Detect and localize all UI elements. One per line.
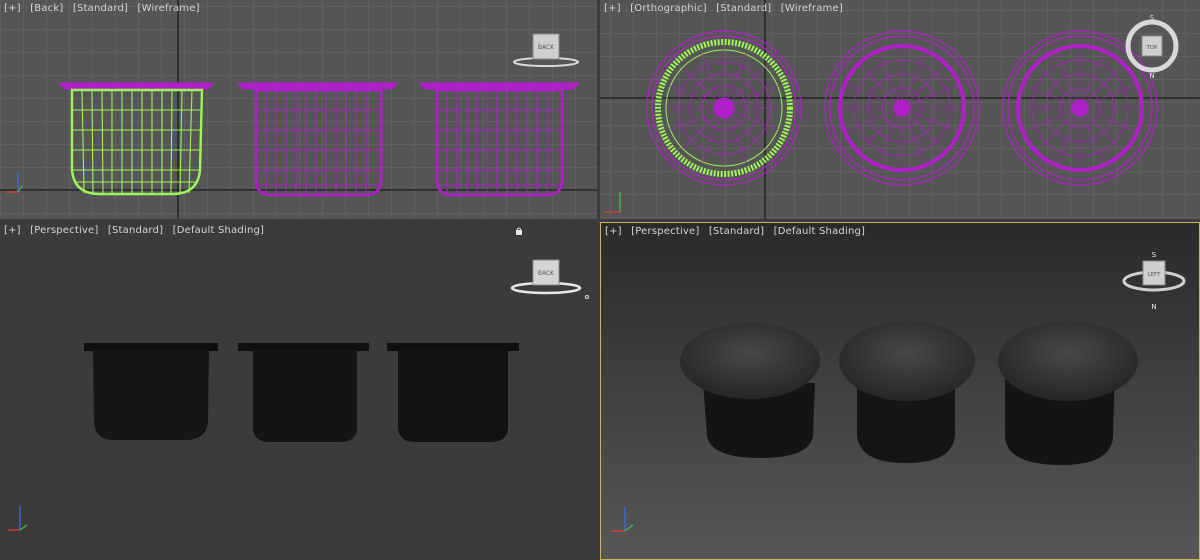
viewport-renderer-label[interactable]: [Standard] [73, 3, 128, 14]
viewcube-face-label: TOP [1145, 45, 1158, 51]
axis-tripod-icon [611, 507, 634, 532]
viewcube-icon[interactable]: LEFT S N [1122, 251, 1186, 311]
viewport-orthographic-wireframe[interactable]: [+] [Orthographic] [Standard] [Wireframe… [600, 0, 1200, 219]
lock-icon[interactable] [516, 227, 522, 235]
viewcube-face-label: LEFT [1148, 272, 1162, 278]
viewport-menu-plus[interactable]: [+] [604, 3, 621, 14]
table-1-shaded [84, 343, 218, 440]
axis-tripod-icon [8, 506, 28, 531]
table-3-shaded [387, 343, 519, 442]
viewport-renderer-label[interactable]: [Standard] [716, 3, 771, 14]
viewport-back-wireframe[interactable]: [+] [Back] [Standard] [Wireframe] BACK [0, 0, 597, 219]
back-view-canvas: BACK [0, 0, 597, 219]
viewport-shading-label[interactable]: [Default Shading] [173, 225, 265, 236]
viewport-renderer-label[interactable]: [Standard] [108, 225, 163, 236]
viewport-point-of-view-label[interactable]: [Orthographic] [630, 3, 707, 14]
viewcube-icon[interactable]: BACK [510, 259, 589, 299]
perspective-canvas-2: LEFT S N [611, 251, 1186, 532]
viewport-point-of-view-label[interactable]: [Perspective] [30, 225, 98, 236]
table-2-shaded [238, 343, 369, 442]
viewport-label: [+] [Back] [Standard] [Wireframe] [4, 3, 200, 14]
compass-south-label: S [1150, 14, 1155, 22]
viewport-menu-plus[interactable]: [+] [4, 225, 21, 236]
table-2-shaded [839, 321, 975, 463]
viewport-shading-label[interactable]: [Default Shading] [774, 226, 866, 237]
viewport-renderer-label[interactable]: [Standard] [709, 226, 764, 237]
perspective-canvas-1: BACK [8, 227, 589, 531]
viewport-shading-label[interactable]: [Wireframe] [138, 3, 200, 14]
viewport-menu-plus[interactable]: [+] [605, 226, 622, 237]
viewport-shading-label[interactable]: [Wireframe] [781, 3, 843, 14]
viewport-point-of-view-label[interactable]: [Back] [30, 3, 63, 14]
compass-south-label: S [1152, 251, 1157, 259]
viewport-point-of-view-label[interactable]: [Perspective] [631, 226, 699, 237]
compass-north-label: N [1151, 303, 1156, 311]
compass-north-label: N [1149, 72, 1154, 80]
table-3-shaded [998, 321, 1138, 465]
max-viewport-layout: [+] [Back] [Standard] [Wireframe] BACK [… [0, 0, 1200, 560]
top-view-canvas: TOP S N [600, 0, 1200, 219]
viewport-splitter-vertical[interactable] [597, 0, 600, 560]
viewport-label: [+] [Perspective] [Standard] [Default Sh… [605, 226, 865, 237]
viewport-splitter-horizontal[interactable] [0, 219, 1200, 222]
viewcube-face-label: BACK [538, 44, 555, 51]
viewport-label: [+] [Orthographic] [Standard] [Wireframe… [604, 3, 843, 14]
table-1-shaded [680, 323, 820, 458]
viewcube-face-label: BACK [538, 270, 555, 277]
viewport-perspective-shaded-active[interactable]: [+] [Perspective] [Standard] [Default Sh… [600, 222, 1200, 560]
viewport-label: [+] [Perspective] [Standard] [Default Sh… [4, 225, 264, 236]
viewport-menu-plus[interactable]: [+] [4, 3, 21, 14]
viewport-perspective-shaded-left[interactable]: [+] [Perspective] [Standard] [Default Sh… [0, 222, 597, 560]
